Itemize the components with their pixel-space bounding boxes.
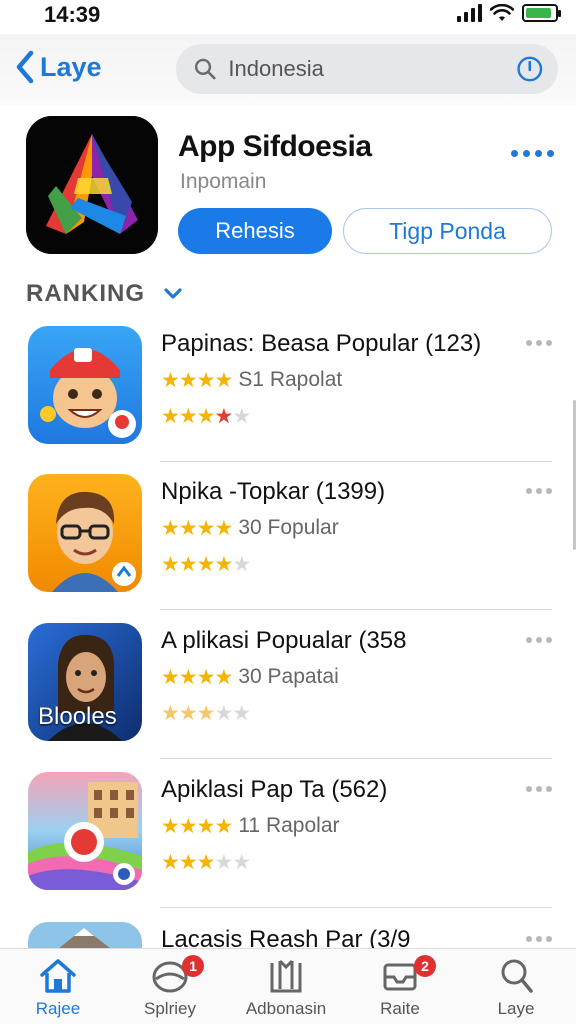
app-title: Lacasis Reash Par (3/9: [161, 926, 411, 948]
list-item[interactable]: Apiklasi Pap Ta (562) ★★★★ 11 Rapolar ★★…: [0, 764, 576, 912]
secondary-rating-stars: ★★★★★: [161, 851, 251, 874]
divider: [160, 906, 552, 908]
app-meta: ★★★★ 30 Fopular: [161, 516, 339, 540]
tab-label: Raite: [380, 999, 420, 1018]
app-icon: [28, 326, 142, 444]
tab-bar: Rajee 1 Splriey Adbonasin 2 Raite Laye: [0, 948, 576, 1024]
app-meta: ★★★★ S1 Rapolat: [161, 368, 342, 392]
secondary-rating-stars: ★★★★★: [161, 702, 251, 725]
more-options-icon[interactable]: [526, 936, 552, 942]
list-item[interactable]: Blooles A plikasi Popualar (358 ★★★★ 30 …: [0, 615, 576, 763]
status-icons: [457, 4, 561, 22]
secondary-rating-stars: ★★★★★: [161, 553, 251, 576]
app-title: A plikasi Popualar (358: [161, 627, 407, 654]
app-icon: [28, 922, 142, 948]
more-options-icon[interactable]: [526, 786, 552, 792]
featured-app-subtitle: Inpomain: [180, 170, 267, 193]
tab-rajee[interactable]: Rajee: [2, 957, 114, 1021]
featured-app-icon[interactable]: [26, 116, 158, 254]
primary-action-button[interactable]: Rehesis: [178, 208, 332, 254]
divider: [160, 460, 552, 462]
app-icon: [28, 772, 142, 890]
battery-icon: [522, 4, 561, 22]
back-button[interactable]: Laye: [14, 50, 102, 84]
more-options-icon[interactable]: [526, 637, 552, 643]
rating-stars: ★★★★: [161, 516, 233, 540]
power-icon[interactable]: [516, 53, 544, 85]
more-options-icon[interactable]: [526, 340, 552, 346]
more-options-icon[interactable]: [526, 488, 552, 494]
rating-stars: ★★★★: [161, 814, 233, 838]
divider: [160, 608, 552, 610]
ranking-header[interactable]: RANKING: [26, 280, 183, 308]
app-meta: ★★★★ 30 Papatai: [161, 665, 339, 689]
tab-raite[interactable]: 2 Raite: [344, 955, 456, 1021]
tab-laye[interactable]: Laye: [460, 957, 572, 1021]
app-meta-text: 30 Papatai: [238, 665, 339, 688]
rating-stars: ★★★★: [161, 368, 233, 392]
tab-splriey[interactable]: 1 Splriey: [114, 955, 226, 1021]
secondary-rating-stars: ★★★★★: [161, 405, 251, 428]
nav-header: Laye: [0, 34, 576, 106]
search-input[interactable]: [228, 56, 517, 82]
featured-app: App Sifdoesia Inpomain Rehesis Tigp Pond…: [0, 106, 576, 276]
status-time: 14:39: [44, 2, 101, 27]
app-title: Apiklasi Pap Ta (562): [161, 776, 388, 803]
app-meta-text: 11 Rapolar: [238, 814, 340, 837]
cellular-signal-icon: [457, 4, 482, 22]
list-item[interactable]: Lacasis Reash Par (3/9: [0, 914, 576, 948]
featured-app-title: App Sifdoesia: [178, 130, 372, 163]
ranking-label: RANKING: [26, 280, 145, 307]
tab-label: Splriey: [144, 999, 196, 1018]
list-item[interactable]: Npika -Topkar (1399) ★★★★ 30 Fopular ★★★…: [0, 466, 576, 614]
search-icon: [194, 58, 216, 80]
notification-badge: 2: [414, 955, 436, 977]
tab-adbonasin[interactable]: Adbonasin: [230, 957, 342, 1021]
app-meta-text: 30 Fopular: [238, 516, 339, 539]
tab-label: Adbonasin: [245, 999, 327, 1018]
divider: [160, 757, 552, 759]
home-icon: [40, 959, 76, 993]
status-bar: 14:39: [0, 0, 576, 34]
list-item[interactable]: Papinas: Beasa Popular (123) ★★★★ S1 Rap…: [0, 318, 576, 466]
chevron-left-icon: [16, 50, 34, 84]
more-options-icon[interactable]: [511, 150, 554, 157]
book-icon: [270, 959, 302, 993]
wifi-icon: [490, 4, 514, 21]
search-box[interactable]: [176, 44, 558, 94]
app-meta: ★★★★ 11 Rapolar: [161, 814, 340, 838]
notification-badge: 1: [182, 955, 204, 977]
rating-stars: ★★★★: [161, 665, 233, 689]
app-icon: [28, 474, 142, 592]
app-meta-text: S1 Rapolat: [238, 368, 343, 391]
app-icon: Blooles: [28, 623, 142, 741]
back-label: Laye: [40, 51, 102, 82]
tab-label: Rajee: [35, 999, 81, 1018]
secondary-action-button[interactable]: Tigp Ponda: [343, 208, 552, 254]
app-title: Npika -Topkar (1399): [161, 478, 386, 505]
search-icon: [501, 959, 533, 993]
app-icon-label: Blooles: [38, 703, 117, 730]
app-title: Papinas: Beasa Popular (123): [161, 330, 482, 357]
chevron-down-icon: [164, 288, 182, 299]
tab-label: Laye: [497, 999, 535, 1018]
